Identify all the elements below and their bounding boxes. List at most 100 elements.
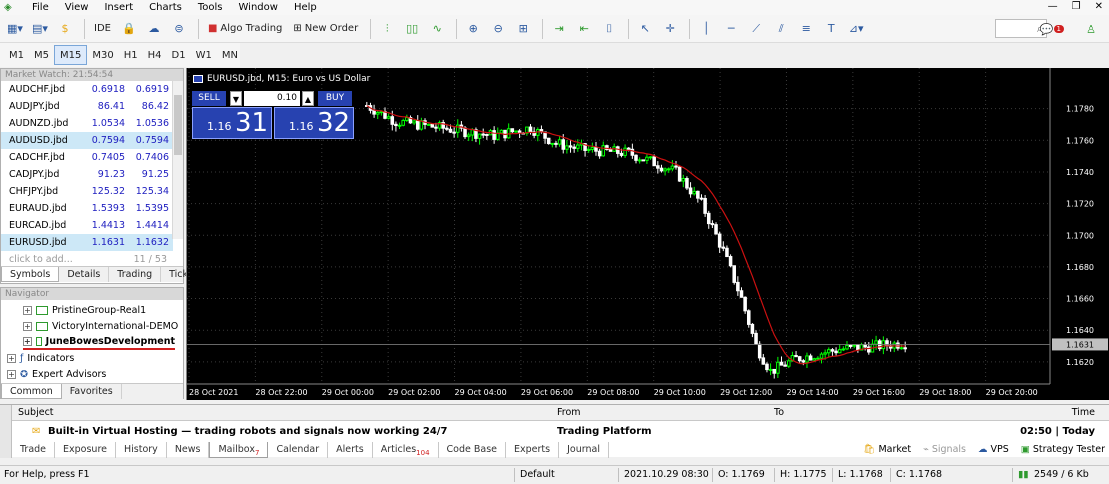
column-time[interactable]: Time — [1072, 407, 1095, 418]
nav-account-junebowes[interactable]: + JuneBowesDevelopment — [23, 334, 175, 350]
tab-articles[interactable]: Articles104 — [373, 442, 439, 458]
nav-account-victory[interactable]: + VictoryInternational-DEMO — [23, 318, 178, 334]
tab-favorites[interactable]: Favorites — [62, 384, 122, 399]
mail-row[interactable]: ✉ Built-in Virtual Hosting — trading rob… — [12, 423, 1109, 441]
menu-tools[interactable]: Tools — [190, 1, 231, 15]
market-shortcut[interactable]: 🛍 Market — [863, 442, 911, 458]
vps-shortcut[interactable]: ☁ VPS — [978, 442, 1009, 458]
sell-button[interactable]: SELL — [192, 91, 226, 106]
vertical-line-icon[interactable]: │ — [695, 18, 717, 40]
text-icon[interactable]: T — [820, 18, 842, 40]
tab-history[interactable]: History — [116, 442, 167, 458]
trendline-icon[interactable]: ⟋ — [745, 18, 767, 40]
menu-insert[interactable]: Insert — [96, 1, 141, 15]
lot-increase-icon[interactable]: ▲ — [302, 91, 314, 106]
tab-mailbox[interactable]: Mailbox7 — [209, 442, 269, 458]
menu-help[interactable]: Help — [286, 1, 325, 15]
price-chart[interactable]: 1.1780 1.1760 1.1740 1.1720 1.1700 1.1680 1.16… — [186, 68, 1109, 400]
fibonacci-icon[interactable]: ≡ — [795, 18, 817, 40]
column-subject[interactable]: Subject — [18, 407, 54, 418]
buy-price-button[interactable]: 1.16 32 — [274, 107, 354, 139]
chart-shift-icon[interactable]: ⇤ — [573, 18, 595, 40]
expand-icon[interactable]: + — [7, 353, 16, 363]
tile-windows-icon[interactable]: ⊞ — [512, 18, 534, 40]
close-icon[interactable]: ✕ — [1095, 0, 1103, 14]
tab-trading[interactable]: Trading — [109, 267, 162, 282]
market-watch-scrollbar[interactable] — [172, 81, 183, 239]
new-order-button[interactable]: ⊞ New Order — [289, 18, 362, 40]
nav-indicators[interactable]: + ƒ Indicators — [7, 350, 74, 366]
sell-price-button[interactable]: 1.16 31 — [192, 107, 272, 139]
strategy-tester-shortcut[interactable]: ▣ Strategy Tester — [1021, 442, 1105, 458]
expand-icon[interactable]: + — [23, 336, 32, 346]
expand-icon[interactable]: + — [23, 305, 32, 315]
buy-button[interactable]: BUY — [318, 91, 352, 106]
channel-icon[interactable]: ⫽ — [770, 18, 792, 40]
lock-icon[interactable]: 🔒 — [118, 18, 140, 40]
notifications-icon[interactable]: 💬 1 — [1038, 18, 1066, 40]
crosshair-icon[interactable]: ✛ — [659, 18, 681, 40]
timeframe-m15[interactable]: M15 — [54, 45, 88, 65]
menu-window[interactable]: Window — [231, 1, 286, 15]
tab-details[interactable]: Details — [59, 267, 110, 282]
menu-view[interactable]: View — [57, 1, 97, 15]
tab-journal[interactable]: Journal — [559, 442, 609, 458]
horizontal-line-icon[interactable]: ─ — [720, 18, 742, 40]
timeframe-h1[interactable]: H1 — [119, 45, 143, 65]
history-icon[interactable]: ⊜ — [168, 18, 190, 40]
column-from[interactable]: From — [557, 407, 581, 418]
expand-icon[interactable]: + — [23, 321, 32, 331]
account-icon[interactable]: ♙ — [1080, 18, 1102, 40]
tab-news[interactable]: News — [167, 442, 210, 458]
timeframe-w1[interactable]: W1 — [191, 45, 217, 65]
tab-calendar[interactable]: Calendar — [268, 442, 329, 458]
tab-exposure[interactable]: Exposure — [55, 442, 116, 458]
tab-code-base[interactable]: Code Base — [439, 442, 507, 458]
tab-experts[interactable]: Experts — [506, 442, 560, 458]
candlestick-icon[interactable]: ▯▯ — [401, 18, 423, 40]
tab-trade[interactable]: Trade — [12, 442, 56, 458]
tab-alerts[interactable]: Alerts — [328, 442, 373, 458]
market-watch-row[interactable]: AUDUSD.jbd 0.7594 0.7594 — [1, 132, 173, 149]
market-watch-row[interactable]: CADJPY.jbd 91.23 91.25 — [1, 166, 173, 183]
vps-icon[interactable]: ☁ — [143, 18, 165, 40]
timeframe-m1[interactable]: M1 — [4, 45, 29, 65]
timeframe-m30[interactable]: M30 — [87, 45, 118, 65]
market-watch-row[interactable]: AUDNZD.jbd 1.0534 1.0536 — [1, 115, 173, 132]
restore-icon[interactable]: ❐ — [1072, 0, 1081, 14]
autoscroll-icon[interactable]: ⇥ — [548, 18, 570, 40]
tab-common[interactable]: Common — [1, 384, 62, 399]
market-watch-row[interactable]: AUDCHF.jbd 0.6918 0.6919 — [1, 81, 173, 98]
expand-icon[interactable]: + — [7, 369, 16, 379]
market-watch-row[interactable]: CADCHF.jbd 0.7405 0.7406 — [1, 149, 173, 166]
profiles-icon[interactable]: ▤▾ — [29, 18, 51, 40]
column-to[interactable]: To — [774, 407, 784, 418]
market-watch-row[interactable]: EURAUD.jbd 1.5393 1.5395 — [1, 200, 173, 217]
signals-shortcut[interactable]: ⌁ Signals — [923, 442, 966, 458]
timeframe-d1[interactable]: D1 — [167, 45, 191, 65]
menu-file[interactable]: File — [24, 1, 57, 15]
market-watch-row[interactable]: AUDJPY.jbd 86.41 86.42 — [1, 98, 173, 115]
line-chart-icon[interactable]: ∿ — [426, 18, 448, 40]
market-watch-row[interactable]: EURUSD.jbd 1.1631 1.1632 — [1, 234, 173, 251]
zoom-out-icon[interactable]: ⊖ — [487, 18, 509, 40]
ide-button[interactable]: IDE — [90, 18, 115, 40]
market-watch-row[interactable]: CHFJPY.jbd 125.32 125.34 — [1, 183, 173, 200]
minimize-icon[interactable]: — — [1048, 0, 1058, 14]
screenshot-icon[interactable]: ⌷ — [598, 18, 620, 40]
tab-symbols[interactable]: Symbols — [1, 267, 60, 282]
bar-chart-icon[interactable]: ⫶ — [376, 18, 398, 40]
nav-expert-advisors[interactable]: + ✪ Expert Advisors — [7, 366, 106, 382]
lot-input[interactable]: 0.10 — [244, 91, 300, 106]
market-watch-row[interactable]: EURCAD.jbd 1.4413 1.4414 — [1, 217, 173, 234]
algo-trading-button[interactable]: ■ Algo Trading — [204, 18, 286, 40]
timeframe-m5[interactable]: M5 — [29, 45, 54, 65]
cursor-icon[interactable]: ↖ — [634, 18, 656, 40]
shapes-icon[interactable]: ⊿▾ — [845, 18, 867, 40]
timeframe-h4[interactable]: H4 — [143, 45, 167, 65]
lot-decrease-icon[interactable]: ▼ — [230, 91, 242, 106]
nav-account-pristine[interactable]: + PristineGroup-Real1 — [23, 302, 146, 318]
market-icon[interactable]: $ — [54, 18, 76, 40]
zoom-in-icon[interactable]: ⊕ — [462, 18, 484, 40]
new-chart-icon[interactable]: ▦▾ — [4, 18, 26, 40]
